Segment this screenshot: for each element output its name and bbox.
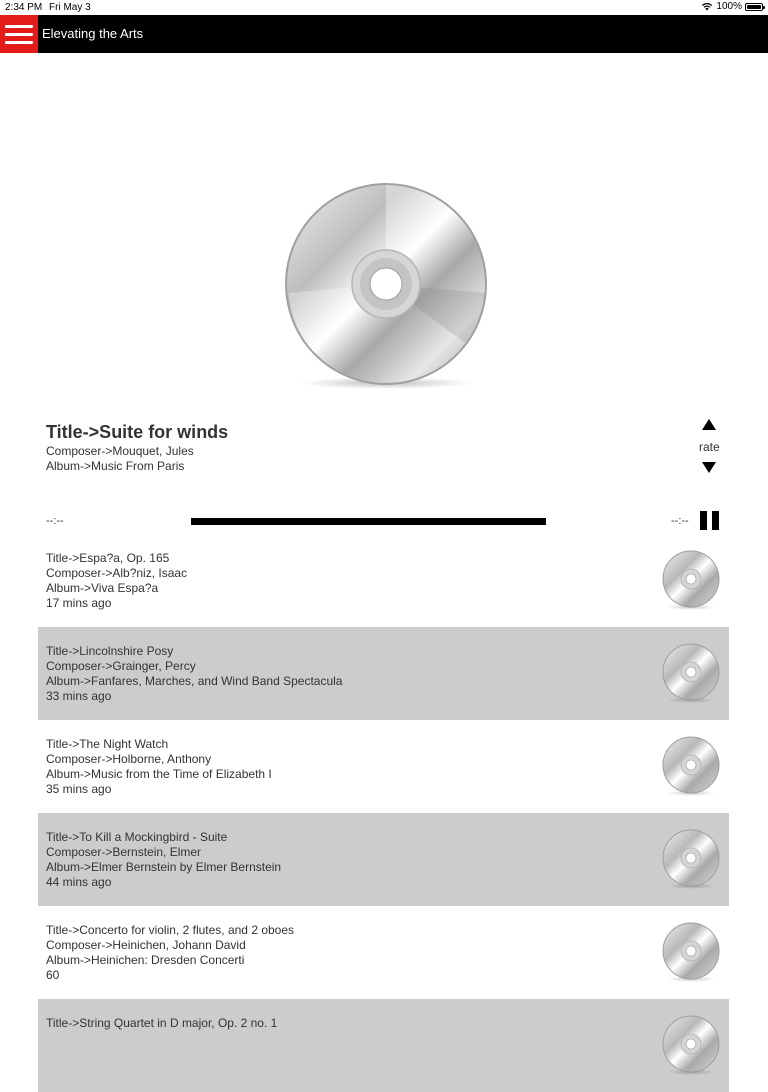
wifi-icon (702, 2, 713, 11)
history-item[interactable]: Title->To Kill a Mockingbird - Suite Com… (38, 813, 729, 906)
app-title: Elevating the Arts (42, 26, 144, 41)
rate-up-arrow-icon[interactable] (700, 416, 718, 434)
history-item-title: Title->Lincolnshire Posy (46, 644, 174, 658)
cd-thumbnail-icon (662, 550, 720, 611)
history-item-title: Title->To Kill a Mockingbird - Suite (46, 830, 228, 844)
status-bar: 2:34 PM Fri May 3 100% (0, 0, 768, 15)
history-item-album: Album->Fanfares, Marches, and Wind Band … (46, 674, 343, 688)
cd-thumbnail-icon (662, 922, 720, 983)
history-item-album: Album->Music from the Time of Elizabeth … (46, 767, 272, 781)
cd-thumbnail-icon (662, 1015, 720, 1076)
battery-icon (745, 2, 765, 11)
history-item-album: Album->Viva Espa?a (46, 581, 159, 595)
cd-thumbnail-icon (662, 643, 720, 704)
history-item-time-ago: 33 mins ago (46, 689, 112, 703)
history-list: Title->Espa?a, Op. 165 Composer->Alb?niz… (38, 534, 729, 1092)
history-item[interactable]: Title->Espa?a, Op. 165 Composer->Alb?niz… (38, 534, 729, 627)
album-art-cd-icon (285, 183, 487, 389)
now-playing-composer: Composer->Mouquet, Jules (46, 444, 194, 458)
history-item-album: Album->Heinichen: Dresden Concerti (46, 953, 245, 967)
history-item[interactable]: Title->Lincolnshire Posy Composer->Grain… (38, 627, 729, 720)
elapsed-time: --:-- (46, 515, 64, 527)
cd-thumbnail-icon (662, 736, 720, 797)
history-item-title: Title->Concerto for violin, 2 flutes, an… (46, 923, 295, 937)
history-item-title: Title->Espa?a, Op. 165 (46, 551, 170, 565)
history-item-composer: Composer->Heinichen, Johann David (46, 938, 246, 952)
history-item-composer: Composer->Holborne, Anthony (46, 752, 212, 766)
history-item-time-ago: 35 mins ago (46, 782, 112, 796)
remaining-time: --:-- (671, 515, 689, 527)
pause-icon (700, 511, 707, 530)
progress-bar[interactable] (191, 518, 546, 525)
battery-percent: 100% (716, 1, 742, 12)
history-item-time-ago: 44 mins ago (46, 875, 112, 889)
now-playing-title: Title->Suite for winds (46, 422, 229, 442)
menu-button[interactable] (0, 15, 38, 53)
app-header: Elevating the Arts (0, 15, 768, 53)
history-item-time-ago: 60 (46, 968, 60, 982)
history-item[interactable]: Title->Concerto for violin, 2 flutes, an… (38, 906, 729, 999)
history-item-time-ago: 17 mins ago (46, 596, 112, 610)
hamburger-menu-icon (5, 24, 33, 28)
history-item-album: Album->Elmer Bernstein by Elmer Bernstei… (46, 860, 282, 874)
rate-label: rate (699, 440, 720, 454)
now-playing-album: Album->Music From Paris (46, 459, 185, 473)
status-indicators: 100% (701, 1, 765, 12)
history-item-title: Title->The Night Watch (46, 737, 169, 751)
history-item[interactable]: Title->String Quartet in D major, Op. 2 … (38, 999, 729, 1092)
history-item-composer: Composer->Alb?niz, Isaac (46, 566, 188, 580)
history-item[interactable]: Title->The Night Watch Composer->Holborn… (38, 720, 729, 813)
history-item-composer: Composer->Grainger, Percy (46, 659, 196, 673)
history-item-composer: Composer->Bernstein, Elmer (46, 845, 202, 859)
status-date: Fri May 3 (49, 2, 91, 13)
status-time: 2:34 PM (5, 2, 43, 13)
cd-thumbnail-icon (662, 829, 720, 890)
pause-button[interactable] (700, 511, 720, 530)
rate-down-arrow-icon[interactable] (700, 458, 718, 476)
